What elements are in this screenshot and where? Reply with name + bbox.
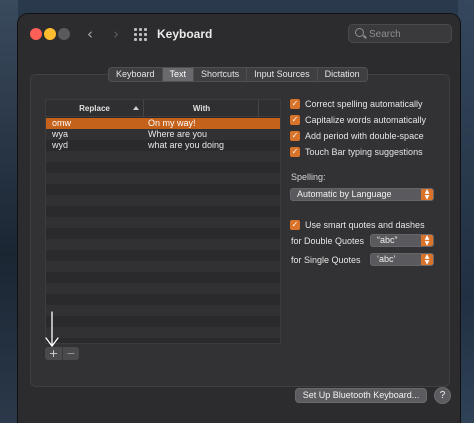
replace-cell[interactable]: omw xyxy=(52,118,144,129)
empty-row xyxy=(46,217,280,228)
title-bar: ‹ › Keyboard xyxy=(18,14,460,54)
double-quotes-popup[interactable]: “abc” ▲ ▼ xyxy=(370,234,434,247)
spelling-value: Automatic by Language xyxy=(297,189,392,199)
chevron-up-down-icon: ▲ ▼ xyxy=(421,235,433,246)
zoom-window-button[interactable] xyxy=(58,28,70,40)
empty-row xyxy=(46,261,280,272)
keyboard-preferences-window: ‹ › Keyboard Keyboard Text Shortcuts Inp… xyxy=(18,14,460,423)
search-input[interactable] xyxy=(369,26,449,42)
empty-row xyxy=(46,316,280,327)
replace-cell[interactable]: wyd xyxy=(52,140,144,151)
empty-row xyxy=(46,338,280,343)
search-icon xyxy=(355,28,364,37)
empty-row xyxy=(46,305,280,316)
empty-row xyxy=(46,206,280,217)
capitalize-words-option[interactable]: ✓ Capitalize words automatically xyxy=(290,114,426,126)
spelling-popup[interactable]: Automatic by Language ▲ ▼ xyxy=(290,188,434,201)
column-header-with[interactable]: With xyxy=(145,100,259,117)
single-quotes-label: for Single Quotes xyxy=(291,255,361,265)
sort-ascending-icon xyxy=(133,106,139,110)
double-quotes-label: for Double Quotes xyxy=(291,236,365,246)
empty-row xyxy=(46,283,280,294)
empty-row xyxy=(46,173,280,184)
empty-row xyxy=(46,272,280,283)
period-double-space-option[interactable]: ✓ Add period with double-space xyxy=(290,130,424,142)
option-label: Correct spelling automatically xyxy=(305,99,423,109)
checkbox-checked-icon[interactable]: ✓ xyxy=(290,131,300,141)
option-label: Use smart quotes and dashes xyxy=(305,220,425,230)
checkbox-checked-icon[interactable]: ✓ xyxy=(290,99,300,109)
add-replacement-button[interactable]: + xyxy=(45,347,62,360)
chevron-right-icon[interactable]: › xyxy=(106,24,126,44)
tab-keyboard[interactable]: Keyboard xyxy=(109,68,163,81)
option-label: Capitalize words automatically xyxy=(305,115,427,125)
option-label: Add period with double-space xyxy=(305,131,424,141)
single-quotes-popup[interactable]: ‘abc’ ▲ ▼ xyxy=(370,253,434,266)
column-header-replace[interactable]: Replace xyxy=(46,100,144,117)
checkbox-checked-icon[interactable]: ✓ xyxy=(290,115,300,125)
spelling-label: Spelling: xyxy=(291,172,326,182)
empty-row xyxy=(46,250,280,261)
empty-row xyxy=(46,239,280,250)
option-label: Touch Bar typing suggestions xyxy=(305,147,423,157)
table-row[interactable]: wyd what are you doing xyxy=(46,140,280,151)
smart-quotes-option[interactable]: ✓ Use smart quotes and dashes xyxy=(290,219,425,231)
annotation-arrow-icon xyxy=(45,311,59,348)
correct-spelling-option[interactable]: ✓ Correct spelling automatically xyxy=(290,98,423,110)
tab-shortcuts[interactable]: Shortcuts xyxy=(194,68,248,81)
empty-row xyxy=(46,228,280,239)
chevron-up-down-icon: ▲ ▼ xyxy=(421,254,433,265)
empty-row xyxy=(46,294,280,305)
setup-bluetooth-keyboard-button[interactable]: Set Up Bluetooth Keyboard... xyxy=(295,388,427,403)
chevron-up-down-icon: ▲ ▼ xyxy=(421,189,433,200)
empty-row xyxy=(46,327,280,338)
empty-row xyxy=(46,195,280,206)
double-quotes-value: “abc” xyxy=(377,235,398,245)
desktop-background-left xyxy=(0,0,18,423)
empty-row xyxy=(46,162,280,173)
with-cell[interactable]: what are you doing xyxy=(148,140,258,151)
add-remove-control: + − xyxy=(45,347,79,360)
empty-row xyxy=(46,184,280,195)
text-replacement-table[interactable]: Replace With omw On my way! wya Where ar… xyxy=(45,99,281,344)
window-title: Keyboard xyxy=(157,27,213,41)
empty-row xyxy=(46,151,280,162)
desktop-background-right xyxy=(458,0,474,423)
close-window-button[interactable] xyxy=(30,28,42,40)
replace-cell[interactable]: wya xyxy=(52,129,144,140)
tab-text[interactable]: Text xyxy=(162,68,195,81)
tab-dictation[interactable]: Dictation xyxy=(318,68,367,81)
search-field[interactable] xyxy=(348,24,452,43)
minimize-window-button[interactable] xyxy=(44,28,56,40)
single-quotes-value: ‘abc’ xyxy=(377,254,396,264)
table-row[interactable]: omw On my way! xyxy=(46,118,280,129)
tab-input-sources[interactable]: Input Sources xyxy=(247,68,318,81)
checkbox-checked-icon[interactable]: ✓ xyxy=(290,147,300,157)
table-rows: omw On my way! wya Where are you wyd wha… xyxy=(46,118,280,343)
show-all-grid-icon[interactable] xyxy=(134,28,147,41)
touch-bar-suggestions-option[interactable]: ✓ Touch Bar typing suggestions xyxy=(290,146,423,158)
tab-bar: Keyboard Text Shortcuts Input Sources Di… xyxy=(108,67,368,82)
with-cell[interactable]: Where are you xyxy=(148,129,258,140)
chevron-left-icon[interactable]: ‹ xyxy=(80,24,100,44)
table-row[interactable]: wya Where are you xyxy=(46,129,280,140)
checkbox-checked-icon[interactable]: ✓ xyxy=(290,220,300,230)
help-button[interactable]: ? xyxy=(434,387,451,404)
remove-replacement-button[interactable]: − xyxy=(62,347,79,360)
with-cell[interactable]: On my way! xyxy=(148,118,258,129)
table-header: Replace With xyxy=(46,100,280,117)
